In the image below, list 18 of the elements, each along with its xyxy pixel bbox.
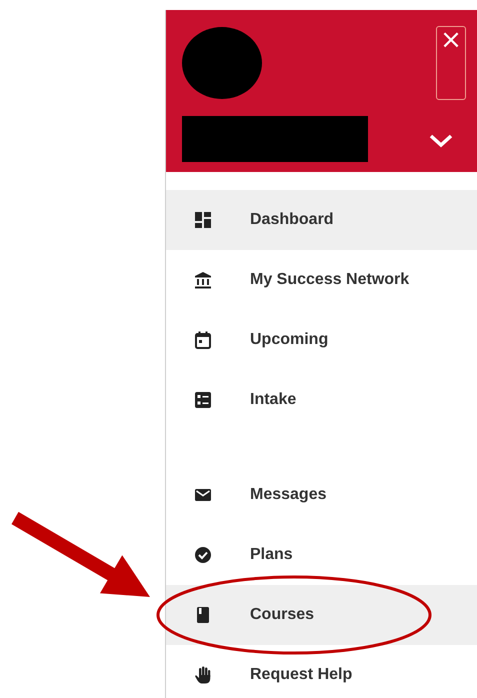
envelope-icon: [194, 486, 212, 504]
menu-item[interactable]: Request Help: [166, 645, 477, 698]
hand-icon: [194, 666, 212, 684]
dashboard-icon: [194, 211, 212, 229]
chevron-down-icon[interactable]: [429, 134, 453, 148]
close-button[interactable]: ×: [436, 26, 466, 100]
book-icon: [194, 606, 212, 624]
menu-item[interactable]: Intake: [166, 370, 477, 430]
menu-item[interactable]: Messages: [166, 465, 477, 525]
checklist-icon: [194, 391, 212, 409]
menu-item[interactable]: Courses: [166, 585, 477, 645]
menu-item[interactable]: Plans: [166, 525, 477, 585]
menu-item[interactable]: Upcoming: [166, 310, 477, 370]
calendar-icon: [194, 331, 212, 349]
bank-icon: [194, 271, 212, 289]
check-circle-icon: [194, 546, 212, 564]
menu-item[interactable]: My Success Network: [166, 250, 477, 310]
menu-item[interactable]: Dashboard: [166, 190, 477, 250]
